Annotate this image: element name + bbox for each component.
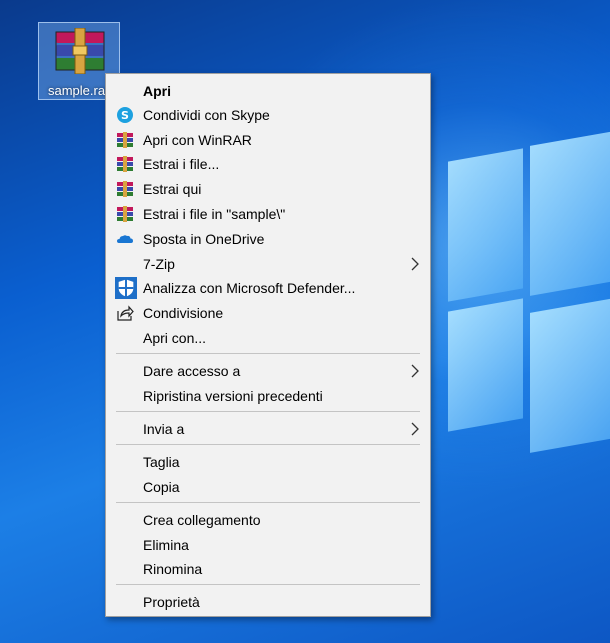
- menu-item-label: Crea collegamento: [143, 512, 261, 528]
- menu-item-condivisione[interactable]: Condivisione: [106, 301, 430, 325]
- menu-item-label: Estrai i file...: [143, 156, 220, 172]
- menu-separator: [116, 353, 420, 354]
- winrar-archive-icon: [55, 28, 105, 74]
- menu-item-label: Copia: [143, 479, 180, 495]
- menu-item-rinomina[interactable]: Rinomina: [106, 557, 430, 581]
- menu-item-estrai-qui[interactable]: Estrai qui: [106, 177, 430, 201]
- menu-separator: [116, 411, 420, 412]
- chevron-right-icon: [411, 364, 419, 378]
- menu-item-condividi-skype[interactable]: S Condividi con Skype: [106, 103, 430, 127]
- menu-item-label: Apri con...: [143, 330, 207, 346]
- menu-item-label: Sposta in OneDrive: [143, 231, 265, 247]
- menu-item-elimina[interactable]: Elimina: [106, 533, 430, 557]
- menu-item-taglia[interactable]: Taglia: [106, 450, 430, 474]
- menu-item-copia[interactable]: Copia: [106, 475, 430, 499]
- menu-separator: [116, 444, 420, 445]
- menu-item-invia-a[interactable]: Invia a: [106, 417, 430, 441]
- menu-item-label: 7-Zip: [143, 256, 175, 272]
- menu-item-ripristina-versioni[interactable]: Ripristina versioni precedenti: [106, 384, 430, 408]
- onedrive-icon: [117, 235, 133, 243]
- winrar-icon: [117, 206, 133, 222]
- defender-shield-icon: [115, 277, 137, 299]
- menu-separator: [116, 584, 420, 585]
- menu-item-7zip[interactable]: 7-Zip: [106, 252, 430, 276]
- menu-item-label: Ripristina versioni precedenti: [143, 388, 323, 404]
- share-icon: [117, 305, 134, 321]
- menu-item-label: Apri: [143, 83, 171, 99]
- menu-item-label: Elimina: [143, 537, 189, 553]
- chevron-right-icon: [411, 422, 419, 436]
- menu-item-label: Apri con WinRAR: [143, 132, 252, 148]
- menu-item-label: Rinomina: [143, 561, 203, 577]
- winrar-icon: [117, 156, 133, 172]
- winrar-icon: [117, 181, 133, 197]
- menu-item-dare-accesso[interactable]: Dare accesso a: [106, 359, 430, 383]
- menu-separator: [116, 502, 420, 503]
- menu-item-label: Condividi con Skype: [143, 107, 270, 123]
- menu-item-analizza-defender[interactable]: Analizza con Microsoft Defender...: [106, 276, 430, 300]
- menu-item-sposta-onedrive[interactable]: Sposta in OneDrive: [106, 227, 430, 251]
- menu-item-estrai-in-sample[interactable]: Estrai i file in "sample\": [106, 202, 430, 226]
- context-menu: Apri S Condividi con Skype Apri con WinR…: [105, 73, 431, 617]
- menu-item-label: Estrai qui: [143, 181, 202, 197]
- menu-item-label: Proprietà: [143, 594, 200, 610]
- skype-icon: S: [117, 107, 133, 123]
- menu-item-label: Invia a: [143, 421, 185, 437]
- menu-item-label: Taglia: [143, 454, 180, 470]
- menu-item-estrai-file[interactable]: Estrai i file...: [106, 152, 430, 176]
- windows-logo-wallpaper: [440, 120, 610, 480]
- menu-item-apri[interactable]: Apri: [106, 79, 430, 103]
- menu-item-apri-winrar[interactable]: Apri con WinRAR: [106, 128, 430, 152]
- menu-item-apri-con[interactable]: Apri con...: [106, 326, 430, 350]
- menu-item-label: Analizza con Microsoft Defender...: [143, 280, 356, 296]
- menu-item-proprieta[interactable]: Proprietà: [106, 590, 430, 614]
- chevron-right-icon: [411, 257, 419, 271]
- menu-item-label: Dare accesso a: [143, 363, 241, 379]
- svg-text:S: S: [121, 109, 129, 122]
- menu-item-label: Estrai i file in "sample\": [143, 206, 286, 222]
- menu-item-label: Condivisione: [143, 305, 224, 321]
- winrar-icon: [117, 132, 133, 148]
- menu-item-crea-collegamento[interactable]: Crea collegamento: [106, 508, 430, 532]
